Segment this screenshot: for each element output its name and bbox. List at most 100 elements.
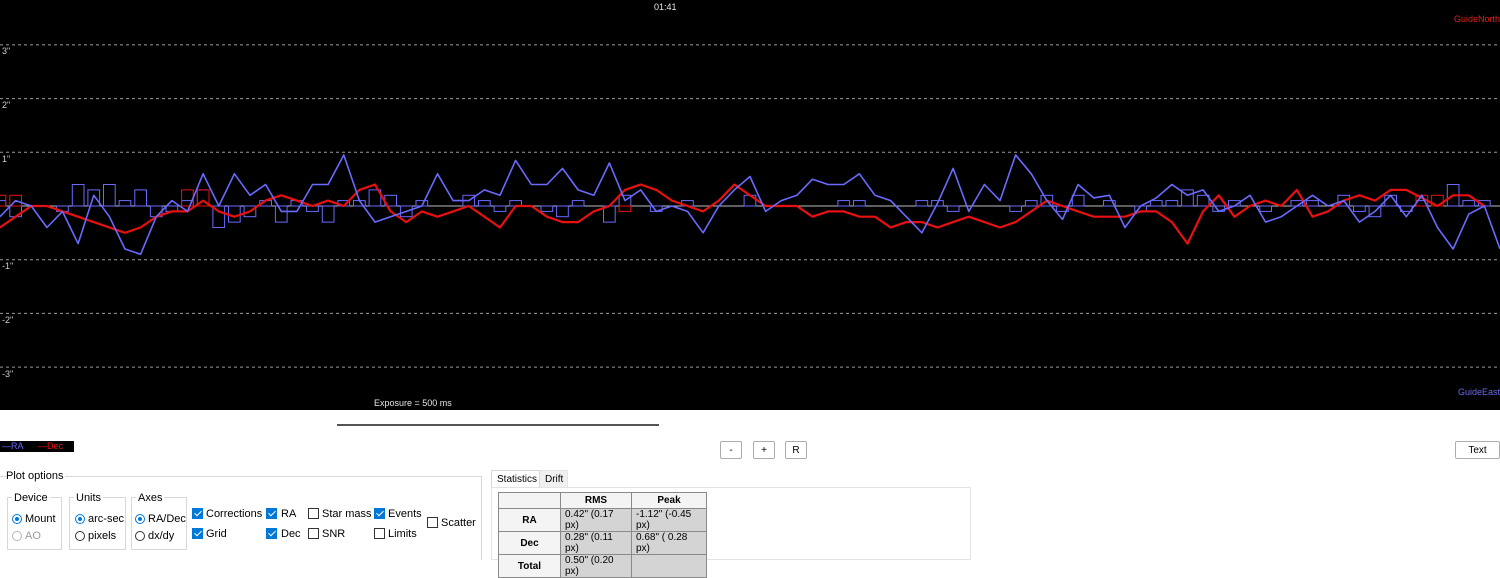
checkbox-checked[interactable] [266,508,277,519]
ra-correction-bar [1009,205,1022,212]
ra-correction-bar [228,205,241,223]
guide-graph[interactable]: 3" 2" 1" -1" -2" -3" 01:41 GuideNorth Gu… [0,0,1500,410]
text-button[interactable]: Text [1455,441,1500,459]
row-header-total: Total [498,554,561,578]
ra-correction-bar [946,205,960,212]
y-tick-label: -1" [2,261,14,271]
radio-selected[interactable] [75,514,85,524]
history-scrollbar[interactable] [337,424,659,426]
units-arcsec-option[interactable]: arc-sec [75,512,124,526]
ra-correction-bar [478,200,491,207]
zoom-out-button[interactable]: - [720,441,742,459]
total-peak-value [631,554,707,578]
y-tick-label: 1" [2,154,11,164]
ra-correction-bar [853,200,866,207]
checkbox-unchecked[interactable] [308,508,319,519]
exposure-label: Exposure = 500 ms [374,398,452,408]
legend-dec: —Dec [38,441,64,451]
table-row: Dec 0.28" (0.11 px) 0.68" ( 0.28 px) [498,531,707,555]
device-mount-option[interactable]: Mount [12,512,56,526]
dec-checkbox[interactable]: Dec [266,527,301,541]
zoom-in-button[interactable]: + [753,441,775,459]
ra-correction-bar [493,205,507,212]
column-header-rms: RMS [560,492,632,509]
ra-correction-bar [1259,205,1273,212]
events-checkbox[interactable]: Events [374,507,422,521]
guide-graph-canvas [0,44,1500,368]
option-label: Mount [25,513,56,525]
checkbox-checked[interactable] [266,528,277,539]
dec-rms-value: 0.28" (0.11 px) [560,531,632,555]
checkbox-label: Events [388,508,422,520]
ra-correction-bar [1149,200,1163,207]
checkbox-label: RA [281,508,297,520]
axes-radec-option[interactable]: RA/Dec [135,512,186,526]
checkbox-checked[interactable] [192,528,203,539]
ra-correction-bar [71,184,85,207]
legend: —RA —Dec [0,441,74,452]
reset-zoom-button[interactable]: R [785,441,807,459]
time-label: 01:41 [654,2,677,12]
tab-statistics[interactable]: Statistics [491,470,540,487]
ra-correction-bar [0,200,7,207]
star-mass-checkbox[interactable]: Star mass [308,507,372,521]
dec-peak-value: 0.68" ( 0.28 px) [631,531,707,555]
ra-correction-bar [571,200,585,207]
ra-correction-bar [134,189,148,207]
option-label: AO [25,530,41,542]
radio-selected[interactable] [12,514,22,524]
checkbox-unchecked[interactable] [374,528,385,539]
units-pixels-option[interactable]: pixels [75,529,116,543]
limits-checkbox[interactable]: Limits [374,527,417,541]
ra-correction-bar [1071,194,1085,207]
option-label: dx/dy [148,530,175,542]
radio-unselected[interactable] [75,531,85,541]
checkbox-label: Star mass [322,508,372,520]
tab-drift[interactable]: Drift [540,470,568,487]
checkbox-unchecked[interactable] [308,528,319,539]
scatter-checkbox[interactable]: Scatter [427,516,476,530]
ra-correction-bar [1024,200,1038,207]
option-label: pixels [88,530,117,542]
table-corner-cell [498,492,561,509]
units-group-title: Units [74,492,104,504]
device-group-title: Device [12,492,50,504]
checkbox-checked[interactable] [374,508,385,519]
device-ao-option[interactable]: AO [12,529,41,543]
ra-checkbox[interactable]: RA [266,507,296,521]
ra-rms-value: 0.42" (0.17 px) [560,508,632,532]
option-label: arc-sec [88,513,125,525]
ra-correction-bar [1306,200,1319,207]
y-tick-label: 3" [2,46,11,56]
radio-unselected[interactable] [135,531,145,541]
table-row: RA 0.42" (0.17 px) -1.12" (-0.45 px) [498,508,707,532]
dec-correction-bar [618,205,632,212]
corrections-checkbox[interactable]: Corrections [192,507,262,521]
grid-checkbox[interactable]: Grid [192,527,227,541]
radio-selected[interactable] [135,514,145,524]
ra-correction-bar [915,200,929,207]
ra-correction-bar [837,200,851,207]
ra-correction-bar [321,205,335,223]
snr-checkbox[interactable]: SNR [308,527,345,541]
checkbox-label: Grid [206,528,227,540]
checkbox-label: Dec [281,528,301,540]
ra-correction-bar [274,205,288,223]
y-tick-label: -3" [2,369,14,379]
checkbox-label: Scatter [441,517,476,529]
axes-group-title: Axes [136,492,165,504]
radio-unselected[interactable] [12,531,22,541]
checkbox-unchecked[interactable] [427,517,438,528]
statistics-table: RMS Peak RA 0.42" (0.17 px) -1.12" (-0.4… [498,492,707,578]
guide-east-label: GuideEast [1457,387,1500,397]
ra-correction-bar [1462,200,1476,207]
checkbox-checked[interactable] [192,508,203,519]
y-tick-label: 2" [2,100,11,110]
y-tick-label: -2" [2,315,14,325]
ra-correction-bar [540,205,554,212]
checkbox-label: Limits [388,528,417,540]
table-row: Total 0.50" (0.20 px) [498,554,707,578]
row-header-dec: Dec [498,531,561,555]
checkbox-label: Corrections [206,508,263,520]
axes-dxdy-option[interactable]: dx/dy [135,529,174,543]
